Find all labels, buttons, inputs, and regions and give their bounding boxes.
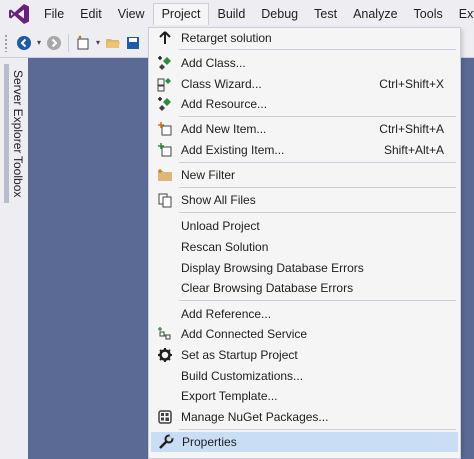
side-tool-tabs: Server Explorer Toolbox	[0, 58, 28, 459]
menu-item-manage-nuget-packages[interactable]: Manage NuGet Packages...	[151, 407, 458, 427]
menu-item-label: Add New Item...	[181, 122, 267, 136]
menu-item-display-browsing-database-errors[interactable]: Display Browsing Database Errors	[151, 258, 458, 278]
menu-separator	[179, 300, 456, 301]
project-menu-dropdown: Retarget solution Add Class... Class Wiz…	[148, 27, 461, 459]
toolbar-separator	[68, 33, 69, 52]
menu-view[interactable]: View	[110, 3, 153, 25]
add-existing-item-icon	[154, 140, 176, 160]
menu-item-retarget-solution[interactable]: Retarget solution	[151, 28, 458, 48]
tab-toolbox[interactable]: Toolbox	[4, 150, 27, 204]
menu-file[interactable]: File	[36, 3, 72, 25]
menu-item-add-class[interactable]: Add Class...	[151, 53, 458, 73]
menu-item-label: Set as Startup Project	[181, 348, 298, 362]
menu-edit[interactable]: Edit	[72, 3, 110, 25]
add-class-icon	[154, 53, 176, 73]
menu-item-add-resource[interactable]: Add Resource...	[151, 94, 458, 114]
menu-item-shortcut: Ctrl+Shift+A	[379, 122, 444, 136]
visual-studio-logo-icon[interactable]	[8, 1, 30, 27]
menu-item-clear-browsing-database-errors[interactable]: Clear Browsing Database Errors	[151, 278, 458, 298]
menu-item-label: Rescan Solution	[181, 240, 269, 254]
new-project-dropdown-icon[interactable]: ▾	[93, 33, 103, 53]
menu-separator	[179, 116, 456, 117]
save-icon[interactable]	[123, 33, 143, 53]
menu-project[interactable]: Project	[152, 3, 210, 25]
menu-item-label: Clear Browsing Database Errors	[181, 281, 354, 295]
menu-separator	[179, 162, 456, 163]
menu-test[interactable]: Test	[306, 3, 345, 25]
menu-item-unload-project[interactable]: Unload Project	[151, 216, 458, 236]
menu-item-label: Add Class...	[181, 56, 246, 70]
menu-separator	[179, 49, 456, 50]
menu-item-add-existing-item[interactable]: Add Existing Item... Shift+Alt+A	[151, 140, 458, 160]
menu-item-add-reference[interactable]: Add Reference...	[151, 304, 458, 324]
menu-extensions[interactable]: Exten	[451, 3, 474, 25]
up-arrow-icon	[154, 28, 176, 48]
folder-icon	[154, 165, 176, 185]
menu-item-class-wizard[interactable]: Class Wizard... Ctrl+Shift+X	[151, 74, 458, 94]
menu-separator	[179, 429, 456, 430]
menu-item-export-template[interactable]: Export Template...	[151, 386, 458, 406]
add-new-item-icon	[154, 119, 176, 139]
menu-item-shortcut: Ctrl+Shift+X	[379, 77, 444, 91]
menu-item-add-new-item[interactable]: Add New Item... Ctrl+Shift+A	[151, 119, 458, 139]
wrench-icon	[155, 432, 177, 452]
menu-item-label: Manage NuGet Packages...	[181, 410, 329, 424]
menu-item-label: Build Customizations...	[181, 369, 304, 383]
menu-item-label: Add Connected Service	[181, 327, 308, 341]
menu-build[interactable]: Build	[209, 3, 253, 25]
menu-item-show-all-files[interactable]: Show All Files	[151, 190, 458, 210]
menu-item-label: Show All Files	[181, 193, 256, 207]
menu-item-build-customizations[interactable]: Build Customizations...	[151, 366, 458, 386]
menu-separator	[179, 187, 456, 188]
menu-item-set-as-startup-project[interactable]: Set as Startup Project	[151, 345, 458, 365]
menu-item-label: Add Reference...	[181, 307, 272, 321]
show-all-files-icon	[154, 190, 176, 210]
add-resource-icon	[154, 94, 176, 114]
menu-item-rescan-solution[interactable]: Rescan Solution	[151, 237, 458, 257]
open-folder-icon[interactable]	[103, 33, 123, 53]
nuget-icon	[154, 407, 176, 427]
menu-analyze[interactable]: Analyze	[345, 3, 405, 25]
menu-bar: File Edit View Project Build Debug Test …	[0, 0, 474, 28]
menu-item-label: New Filter	[181, 168, 236, 182]
menu-item-label: Add Resource...	[181, 97, 268, 111]
menu-item-label: Display Browsing Database Errors	[181, 261, 364, 275]
new-project-icon[interactable]	[73, 33, 93, 53]
class-wizard-icon	[154, 74, 176, 94]
menu-item-label: Export Template...	[181, 389, 278, 403]
menu-tools[interactable]: Tools	[406, 3, 451, 25]
menu-item-new-filter[interactable]: New Filter	[151, 165, 458, 185]
menu-item-label: Add Existing Item...	[181, 143, 285, 157]
back-dropdown-icon[interactable]: ▾	[34, 33, 44, 53]
menu-item-properties[interactable]: Properties	[151, 432, 458, 452]
menu-item-label: Class Wizard...	[181, 77, 262, 91]
toolbar-grip[interactable]	[4, 33, 8, 52]
menu-item-shortcut: Shift+Alt+A	[383, 143, 444, 157]
tab-server-explorer[interactable]: Server Explorer	[4, 64, 27, 160]
menu-separator	[179, 212, 456, 213]
forward-icon[interactable]	[44, 33, 64, 53]
connected-service-icon	[154, 324, 176, 344]
menu-item-label: Unload Project	[181, 219, 260, 233]
gear-icon	[154, 345, 176, 365]
menu-item-label: Retarget solution	[181, 31, 272, 45]
back-icon[interactable]	[14, 33, 34, 53]
menu-debug[interactable]: Debug	[253, 3, 306, 25]
menu-item-add-connected-service[interactable]: Add Connected Service	[151, 324, 458, 344]
menu-item-label: Properties	[182, 435, 237, 449]
